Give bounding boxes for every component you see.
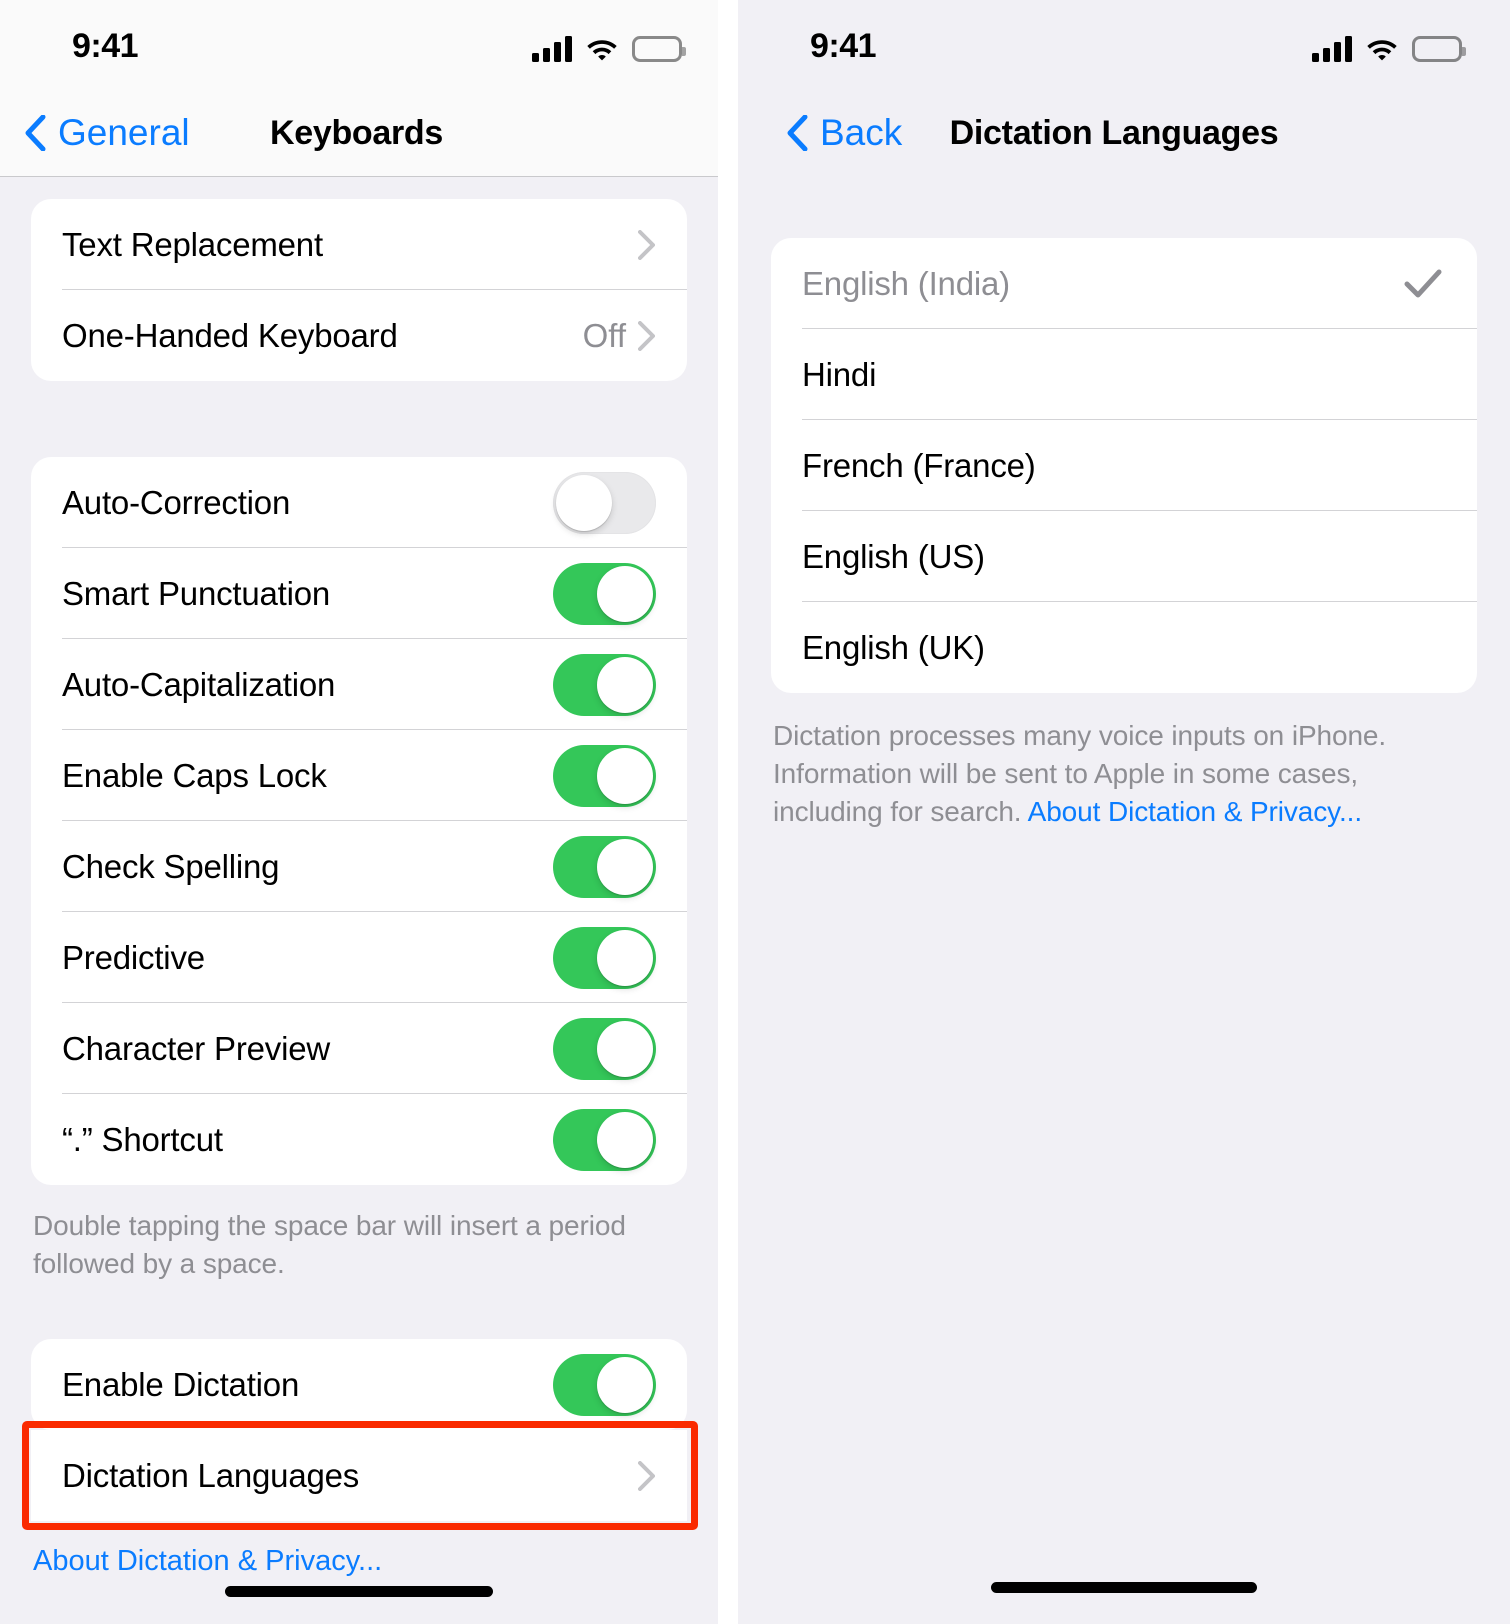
- row-language-hindi[interactable]: Hindi: [771, 329, 1477, 420]
- toggle-character-preview[interactable]: [553, 1017, 656, 1080]
- dictation-group: Enable Dictation: [31, 1339, 687, 1431]
- row-auto-capitalization[interactable]: Auto-Capitalization: [31, 639, 687, 730]
- language-label: English (US): [802, 537, 985, 575]
- panel-divider: [718, 0, 738, 1624]
- toggle-auto-capitalization[interactable]: [553, 653, 656, 716]
- toggle-check-spelling[interactable]: [553, 835, 656, 898]
- home-indicator: [225, 1586, 493, 1597]
- row-label: Check Spelling: [62, 847, 280, 885]
- cellular-signal-icon: [1312, 36, 1352, 62]
- row-one-handed-keyboard[interactable]: One-Handed Keyboard Off: [31, 290, 687, 381]
- row-label: Enable Caps Lock: [62, 756, 327, 794]
- home-indicator: [991, 1582, 1257, 1593]
- row-label: “.” Shortcut: [62, 1120, 223, 1158]
- navigation-bar: General Keyboards: [0, 90, 718, 177]
- row-label: Auto-Capitalization: [62, 665, 336, 703]
- toggle-smart-punctuation[interactable]: [553, 562, 656, 625]
- status-bar-icons: [532, 28, 686, 62]
- checkmark-icon: [1404, 269, 1442, 297]
- row-check-spelling[interactable]: Check Spelling: [31, 821, 687, 912]
- settings-scroll-area[interactable]: Text Replacement One-Handed Keyboard Off: [0, 177, 718, 1624]
- right-phone-screen-dictation-languages: 9:41 Back Dictation Languages English (I…: [738, 0, 1510, 1624]
- row-enable-caps-lock[interactable]: Enable Caps Lock: [31, 730, 687, 821]
- status-bar: 9:41: [0, 0, 718, 90]
- toggle-period-shortcut[interactable]: [553, 1108, 656, 1171]
- dictation-languages-list: English (India) Hindi French (France) En…: [771, 238, 1477, 693]
- row-label: Dictation Languages: [62, 1456, 360, 1494]
- row-language-english-us[interactable]: English (US): [771, 511, 1477, 602]
- row-label: Predictive: [62, 938, 205, 976]
- row-language-english-india[interactable]: English (India): [771, 238, 1477, 329]
- chevron-right-icon: [638, 1460, 655, 1491]
- row-language-english-uk[interactable]: English (UK): [771, 602, 1477, 693]
- typing-group-footer: Double tapping the space bar will insert…: [33, 1210, 626, 1280]
- left-phone-screen-keyboards: 9:41 General Keyboards Text Replacement …: [0, 0, 718, 1624]
- status-bar-time: 9:41: [72, 27, 139, 65]
- cellular-signal-icon: [532, 36, 572, 62]
- toggle-predictive[interactable]: [553, 926, 656, 989]
- languages-scroll-area[interactable]: English (India) Hindi French (France) En…: [738, 176, 1510, 1624]
- dictation-privacy-footer: Dictation processes many voice inputs on…: [738, 693, 1510, 831]
- row-smart-punctuation[interactable]: Smart Punctuation: [31, 548, 687, 639]
- status-bar: 9:41: [738, 0, 1510, 90]
- row-label: Character Preview: [62, 1029, 331, 1067]
- language-label: French (France): [802, 446, 1036, 484]
- row-value: Off: [582, 316, 626, 354]
- toggle-enable-caps-lock[interactable]: [553, 744, 656, 807]
- language-label: English (UK): [802, 628, 985, 666]
- row-text-replacement[interactable]: Text Replacement: [31, 199, 687, 290]
- chevron-right-icon: [638, 229, 655, 260]
- row-auto-correction[interactable]: Auto-Correction: [31, 457, 687, 548]
- dictation-languages-card: Dictation Languages: [31, 1430, 687, 1522]
- row-language-french-france[interactable]: French (France): [771, 420, 1477, 511]
- navigation-bar: Back Dictation Languages: [738, 90, 1510, 176]
- battery-full-icon: [1412, 36, 1466, 62]
- keyboard-options-group: Text Replacement One-Handed Keyboard Off: [31, 199, 687, 381]
- row-label: Smart Punctuation: [62, 574, 331, 612]
- language-label: English (India): [802, 264, 1010, 302]
- row-label: Enable Dictation: [62, 1365, 300, 1403]
- status-bar-time: 9:41: [810, 27, 877, 65]
- row-enable-dictation[interactable]: Enable Dictation: [31, 1339, 687, 1430]
- page-title: Dictation Languages: [949, 113, 1279, 152]
- row-label: Auto-Correction: [62, 483, 291, 521]
- row-dictation-languages[interactable]: Dictation Languages: [31, 1430, 687, 1521]
- typing-toggles-group: Auto-Correction Smart Punctuation Auto-C…: [31, 457, 687, 1185]
- wifi-icon: [587, 40, 617, 61]
- toggle-enable-dictation[interactable]: [553, 1353, 656, 1416]
- dual-screenshot-container: 9:41 General Keyboards Text Replacement …: [0, 0, 1510, 1624]
- wifi-icon: [1367, 40, 1397, 61]
- chevron-right-icon: [638, 320, 655, 351]
- battery-full-icon: [632, 36, 686, 62]
- row-period-shortcut[interactable]: “.” Shortcut: [31, 1094, 687, 1185]
- about-dictation-privacy-link[interactable]: About Dictation & Privacy...: [0, 1521, 718, 1578]
- row-label: One-Handed Keyboard: [62, 316, 398, 354]
- row-label: Text Replacement: [62, 225, 323, 263]
- about-dictation-privacy-link[interactable]: About Dictation & Privacy...: [1028, 796, 1362, 827]
- row-predictive[interactable]: Predictive: [31, 912, 687, 1003]
- dictation-languages-highlight-wrapper: Dictation Languages: [0, 1421, 718, 1531]
- toggle-auto-correction[interactable]: [553, 471, 656, 534]
- row-character-preview[interactable]: Character Preview: [31, 1003, 687, 1094]
- language-label: Hindi: [802, 355, 877, 393]
- status-bar-icons: [1312, 28, 1466, 62]
- page-title: Keyboards: [269, 113, 444, 152]
